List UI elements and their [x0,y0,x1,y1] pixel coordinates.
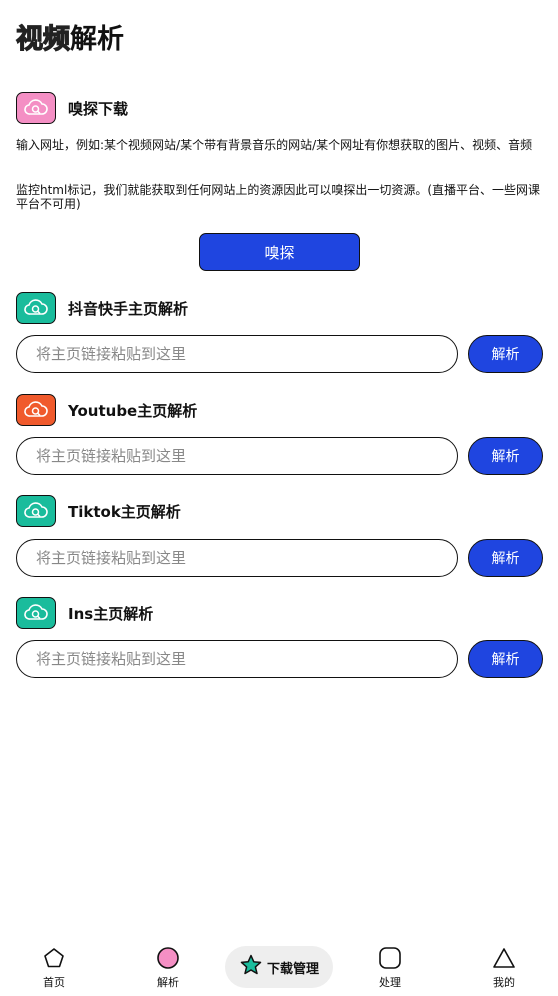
nav-download-label: 下载管理 [266,961,319,977]
tiktok-section-header: Tiktok主页解析 [16,495,181,527]
douyin-section-title: 抖音快手主页解析 [68,299,189,318]
douyin-section-header: 抖音快手主页解析 [16,292,188,324]
pentagon-icon [43,944,65,972]
tiktok-section-title: Tiktok主页解析 [68,502,181,521]
cloud-search-icon [16,292,56,324]
sniff-button[interactable]: 嗅探 [199,233,360,271]
tiktok-parse-button[interactable]: 解析 [468,539,543,577]
youtube-section-header: Youtube主页解析 [16,394,197,426]
cloud-search-icon [16,597,56,629]
rounded-square-icon [378,944,402,972]
douyin-parse-button[interactable]: 解析 [468,335,543,373]
youtube-parse-button[interactable]: 解析 [468,437,543,475]
page-title-solid: 解析 [70,23,124,55]
nav-home-label: 首页 [43,976,65,989]
cloud-search-icon [16,394,56,426]
triangle-icon [492,944,516,972]
page-title: 视频 解析 [15,18,124,55]
sniff-title: 嗅探下载 [68,99,129,118]
nav-parse-label: 解析 [157,976,179,989]
youtube-url-input[interactable] [16,437,458,475]
page-title-outline: 视频 [15,23,70,55]
ins-section-title: Ins主页解析 [68,604,154,623]
youtube-section-title: Youtube主页解析 [68,401,198,420]
nav-download-manager[interactable]: 下载管理 [225,946,333,988]
nav-process-label: 处理 [379,976,401,989]
nav-parse[interactable]: 解析 [128,940,208,990]
douyin-url-input[interactable] [16,335,458,373]
sniff-description: 输入网址，例如:某个视频网站/某个带有背景音乐的网站/某个网址有你想获取的图片、… [16,138,533,152]
ins-url-input[interactable] [16,640,458,678]
nav-mine[interactable]: 我的 [464,940,544,990]
cloud-search-icon [16,92,56,124]
nav-mine-label: 我的 [493,976,515,989]
nav-home[interactable]: 首页 [14,940,94,990]
cloud-search-icon [16,495,56,527]
circle-icon [156,944,180,972]
ins-parse-button[interactable]: 解析 [468,640,543,678]
sniff-section-header: 嗅探下载 [16,92,128,124]
tiktok-url-input[interactable] [16,539,458,577]
bottom-nav: 首页 解析 下载管理 处理 我的 [0,940,558,996]
nav-process[interactable]: 处理 [350,940,430,990]
sniff-description-2: 监控html标记，我们就能获取到任何网站上的资源因此可以嗅探出一切资源。(直播平… [16,183,541,211]
ins-section-header: Ins主页解析 [16,597,153,629]
star-icon [239,953,263,981]
